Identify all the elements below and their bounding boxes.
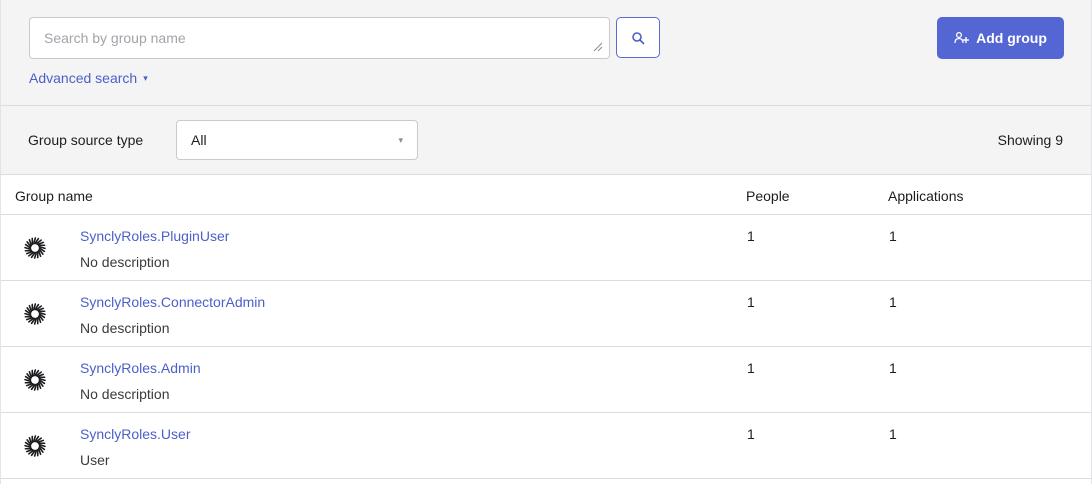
- applications-count: 1: [889, 294, 897, 310]
- filter-bar: Group source type All ▾ Showing 9: [1, 106, 1091, 175]
- result-count: Showing 9: [997, 132, 1063, 148]
- table-row: SynclyRoles.User User 1 1: [1, 413, 1091, 479]
- resize-grip-icon[interactable]: [591, 40, 603, 52]
- group-name-link[interactable]: SynclyRoles.User: [80, 426, 190, 442]
- column-header-group-name[interactable]: Group name: [15, 188, 93, 204]
- applications-count: 1: [889, 360, 897, 376]
- group-name-link[interactable]: SynclyRoles.ConnectorAdmin: [80, 294, 265, 310]
- table-body: SynclyRoles.PluginUser No description 1 …: [1, 215, 1091, 479]
- add-group-icon: [954, 31, 970, 44]
- table-row: SynclyRoles.ConnectorAdmin No descriptio…: [1, 281, 1091, 347]
- group-description: User: [80, 452, 110, 468]
- group-source-type-value: All: [191, 132, 207, 148]
- chevron-down-icon: ▾: [398, 134, 403, 145]
- advanced-search-toggle[interactable]: Advanced search ▾: [29, 70, 148, 86]
- group-source-type-label: Group source type: [28, 132, 144, 148]
- group-logo-icon: [24, 303, 46, 325]
- search-panel: Advanced search ▾ Add group: [1, 0, 1091, 106]
- caret-down-icon: ▾: [143, 73, 148, 83]
- group-logo-icon: [24, 435, 46, 457]
- groups-page: Advanced search ▾ Add group Group source…: [0, 0, 1092, 484]
- group-source-type-select[interactable]: All ▾: [176, 120, 418, 160]
- column-header-people[interactable]: People: [746, 188, 790, 204]
- group-name-link[interactable]: SynclyRoles.Admin: [80, 360, 201, 376]
- group-logo-icon: [24, 237, 46, 259]
- table-header: Group name People Applications: [1, 175, 1091, 215]
- people-count: 1: [747, 294, 755, 310]
- people-count: 1: [747, 426, 755, 442]
- add-group-button[interactable]: Add group: [937, 17, 1064, 59]
- group-logo-icon: [24, 369, 46, 391]
- search-input[interactable]: [29, 17, 610, 59]
- people-count: 1: [747, 360, 755, 376]
- search-icon: [632, 31, 645, 44]
- table-row: SynclyRoles.PluginUser No description 1 …: [1, 215, 1091, 281]
- people-count: 1: [747, 228, 755, 244]
- search-button[interactable]: [616, 17, 660, 58]
- group-description: No description: [80, 320, 170, 336]
- groups-table: Group name People Applications SynclyRol…: [1, 175, 1091, 479]
- group-description: No description: [80, 386, 170, 402]
- advanced-search-label: Advanced search: [29, 70, 138, 86]
- group-description: No description: [80, 254, 170, 270]
- applications-count: 1: [889, 228, 897, 244]
- group-name-link[interactable]: SynclyRoles.PluginUser: [80, 228, 229, 244]
- add-group-label: Add group: [976, 30, 1047, 46]
- applications-count: 1: [889, 426, 897, 442]
- table-row: SynclyRoles.Admin No description 1 1: [1, 347, 1091, 413]
- column-header-applications[interactable]: Applications: [888, 188, 964, 204]
